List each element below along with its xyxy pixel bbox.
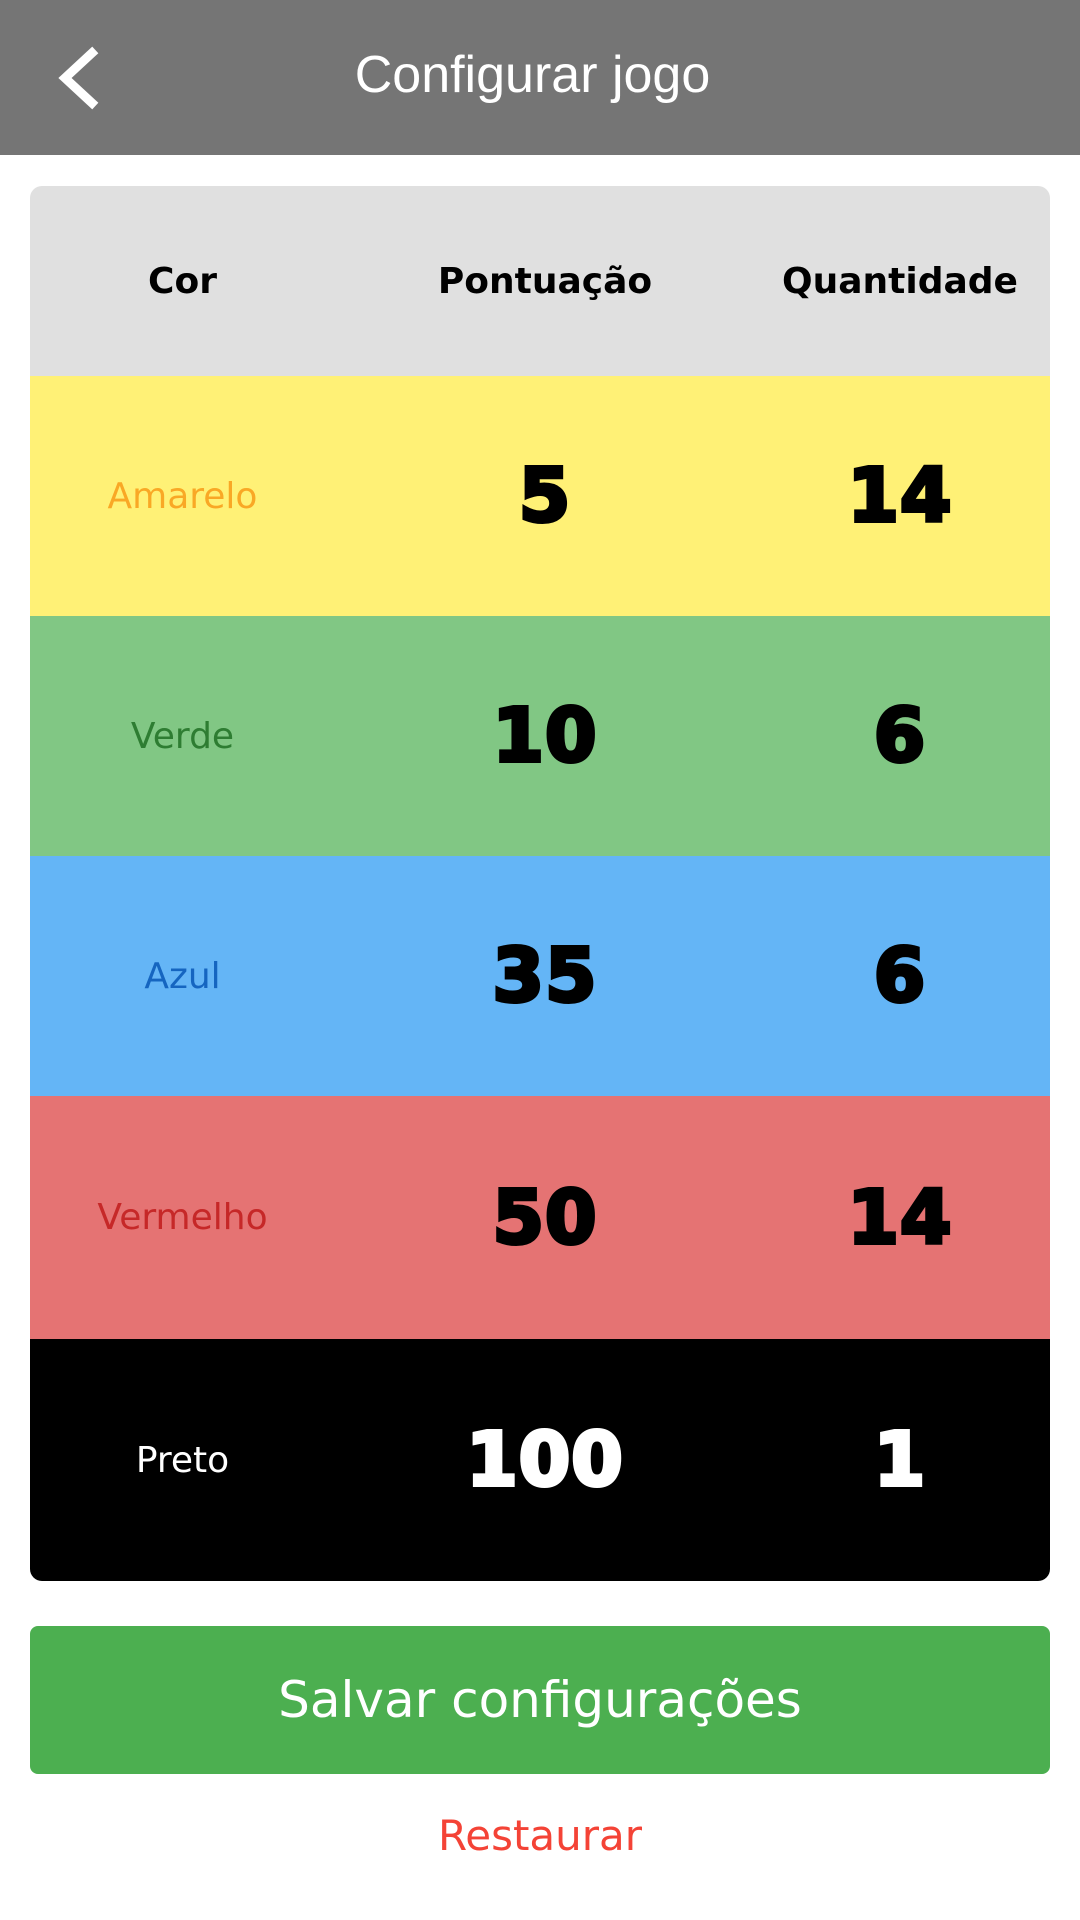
table-row-preto: Preto 100 1	[30, 1339, 1050, 1581]
header-color: Cor	[148, 260, 217, 302]
score-value[interactable]: 10	[360, 616, 730, 856]
color-name-label: Amarelo	[107, 475, 258, 517]
quantity-value[interactable]: 6	[720, 856, 1050, 1096]
header-quantity: Quantidade	[782, 260, 1018, 302]
table-row-azul: Azul 35 6	[30, 856, 1050, 1096]
table-header-row: Cor Pontuação Quantidade	[30, 186, 1050, 376]
quantity-value[interactable]: 14	[720, 1096, 1050, 1339]
score-config-table: Cor Pontuação Quantidade Amarelo 5 14 Ve…	[30, 186, 1050, 1581]
app-bar: Configurar jogo	[0, 0, 1080, 155]
color-name-label: Preto	[135, 1439, 230, 1481]
page-title: Configurar jogo	[354, 46, 711, 104]
quantity-value[interactable]: 14	[720, 376, 1050, 616]
color-name-label: Azul	[144, 955, 221, 997]
score-value[interactable]: 5	[360, 376, 730, 616]
color-name-label: Verde	[130, 715, 235, 757]
restore-defaults-button[interactable]: Restaurar	[0, 1800, 1080, 1870]
table-row-verde: Verde 10 6	[30, 616, 1050, 856]
score-value[interactable]: 35	[360, 856, 730, 1096]
save-settings-button[interactable]: Salvar configurações	[30, 1626, 1050, 1774]
table-row-amarelo: Amarelo 5 14	[30, 376, 1050, 616]
table-row-vermelho: Vermelho 50 14	[30, 1096, 1050, 1339]
color-name-label: Vermelho	[97, 1197, 268, 1238]
quantity-value[interactable]: 1	[720, 1339, 1050, 1581]
score-value[interactable]: 50	[360, 1096, 730, 1339]
quantity-value[interactable]: 6	[720, 616, 1050, 856]
score-value[interactable]: 100	[360, 1339, 730, 1581]
header-score: Pontuação	[437, 260, 653, 302]
